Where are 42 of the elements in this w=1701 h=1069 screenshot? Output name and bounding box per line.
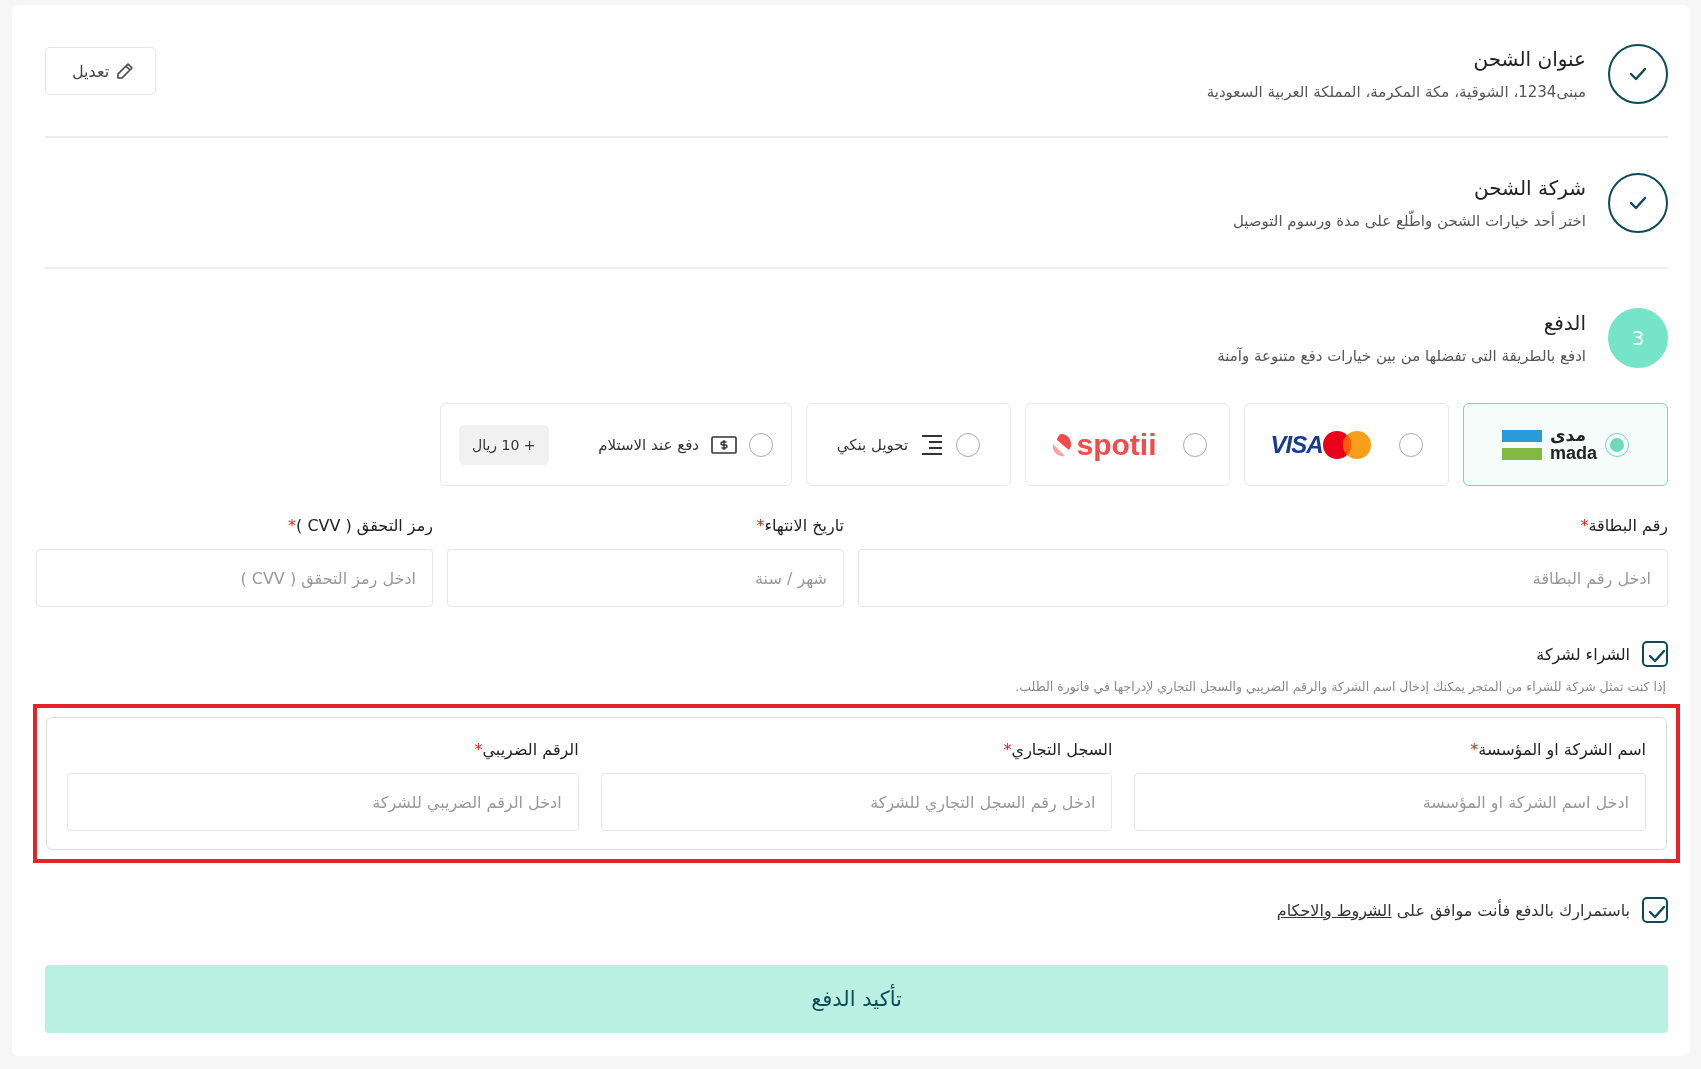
payment-option[interactable]: spotii bbox=[1025, 403, 1230, 486]
step-subtitle: اختر أحد خيارات الشحن واطّلع على مدة ورسوم التوصيل bbox=[1232, 211, 1586, 230]
payment-option[interactable]: تحويل بنكي bbox=[806, 403, 1011, 486]
terms-link[interactable]: الشروط والاحكام bbox=[1276, 900, 1392, 920]
confirm-payment-button[interactable]: تأكيد الدفع bbox=[45, 965, 1668, 1033]
checkbox-label: الشراء لشركة bbox=[1536, 644, 1630, 664]
payment-option[interactable]: دفع عند الاستلام + 10 ريال bbox=[440, 403, 792, 486]
input-field[interactable]: ادخل اسم الشركة او المؤسسة bbox=[1134, 773, 1646, 831]
field-label: الرقم الضريبي* bbox=[473, 740, 579, 759]
lines-icon bbox=[920, 432, 945, 457]
step-title: عنوان الشحن bbox=[1473, 46, 1586, 71]
field-label: اسم الشركة او المؤسسة* bbox=[1469, 740, 1646, 759]
edit-button[interactable]: تعديل bbox=[45, 47, 157, 95]
terms-text: باستمرارك بالدفع فأنت موافق على الشروط والاحكام bbox=[1276, 900, 1630, 920]
option-label: تحويل بنكي bbox=[836, 435, 909, 454]
bars-icon bbox=[1502, 427, 1542, 462]
logo-text: mada bbox=[1550, 444, 1597, 462]
fee-tag: + 10 ريال bbox=[459, 424, 549, 465]
input-field[interactable]: ادخل الرقم الضريبي للشركة bbox=[67, 773, 579, 831]
input-field[interactable]: ادخل رمز التحقق ( CVV ) bbox=[36, 549, 433, 607]
step-title: شركة الشحن bbox=[1473, 175, 1586, 200]
step-subtitle: ادفع بالطريقة التى تفضلها من بين خيارات دفع متنوعة وآمنة bbox=[1217, 347, 1586, 365]
input-field[interactable]: ادخل رقم السجل التجاري للشركة bbox=[600, 773, 1113, 831]
visa-logo: VISA bbox=[1270, 430, 1323, 459]
checkbox[interactable] bbox=[1642, 897, 1668, 923]
checkbox[interactable] bbox=[1642, 641, 1668, 667]
input-field[interactable]: شهر / سنة bbox=[447, 549, 844, 607]
field-label: تاريخ الانتهاء* bbox=[755, 516, 844, 535]
payment-option[interactable]: VISA bbox=[1244, 403, 1449, 486]
option-label: دفع عند الاستلام bbox=[598, 435, 699, 454]
pencil-icon bbox=[115, 61, 136, 81]
step-title: الدفع bbox=[1543, 311, 1586, 335]
step-subtitle: مبنى1234، الشوقية، مكة المكرمة، المملكة العربية السعودية bbox=[1206, 82, 1586, 101]
field-label: رمز التحقق ( CVV )* bbox=[287, 516, 433, 535]
field-label: رقم البطاقة* bbox=[1579, 516, 1668, 535]
input-field[interactable]: ادخل رقم البطاقة bbox=[858, 549, 1668, 607]
cash-icon bbox=[711, 433, 737, 456]
spotii-logo: spotii bbox=[1076, 427, 1157, 462]
step-number: 3 bbox=[1608, 308, 1668, 368]
field-label: السجل التجاري* bbox=[1002, 740, 1113, 759]
logo-text: مدى bbox=[1550, 427, 1586, 444]
hint-text: إذا كنت تمثل شركة للشراء من المتجر يمكنك إدخال اسم الشركة والرقم الضريبي والسجل التجاري لإدراجها في فاتورة الطلب. bbox=[1014, 679, 1667, 694]
